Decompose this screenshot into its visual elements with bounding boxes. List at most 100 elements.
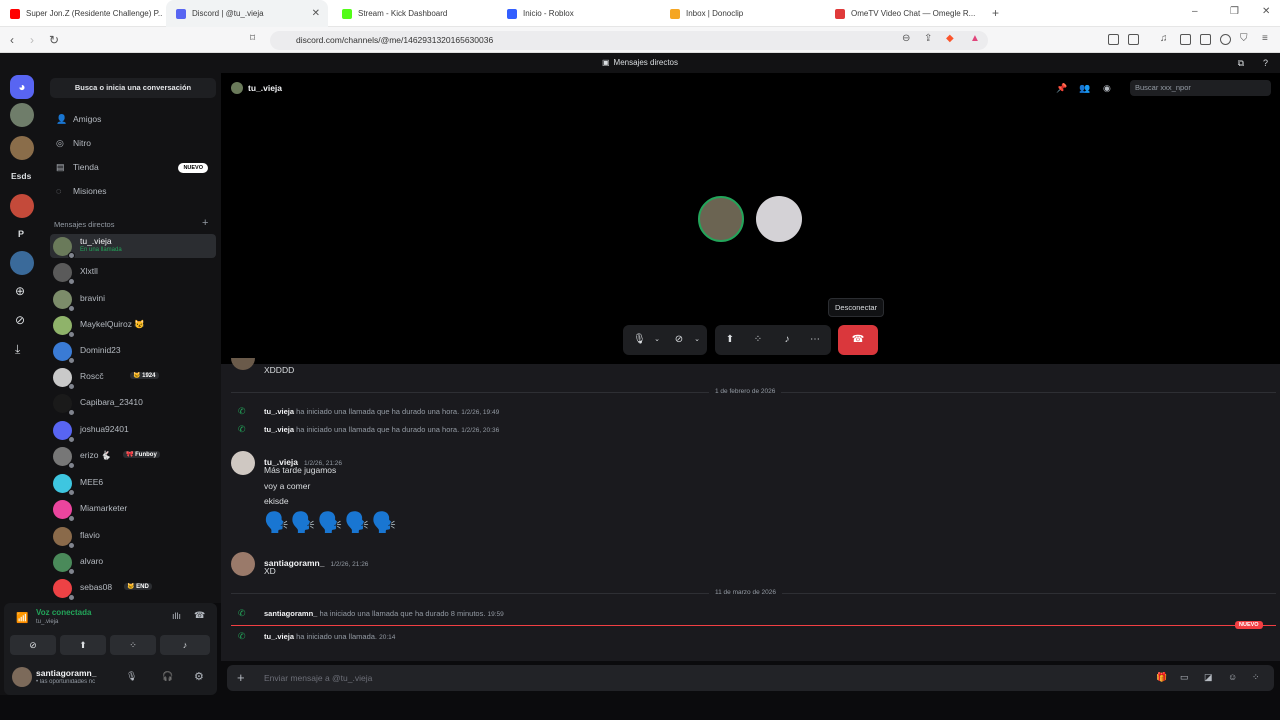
dm-item[interactable]: bravini <box>50 287 216 312</box>
minimize-button[interactable]: – <box>1192 6 1198 17</box>
server-icon[interactable] <box>10 136 34 160</box>
participant-avatar[interactable] <box>698 196 744 242</box>
brave-rewards-icon[interactable]: ▲ <box>970 33 980 44</box>
mic-icon[interactable]: 🎙 <box>633 334 646 346</box>
close-icon[interactable]: ✕ <box>312 8 320 19</box>
dm-item[interactable]: tu_.vieja En una llamada <box>50 234 216 259</box>
participant-avatar[interactable] <box>756 196 802 242</box>
more-icon[interactable]: ⋯ <box>809 334 821 346</box>
server-icon[interactable] <box>10 251 34 275</box>
camera-off-button[interactable]: ⊘ <box>10 635 56 655</box>
gift-icon[interactable]: 🎁 <box>1156 672 1167 683</box>
apps-icon[interactable]: ⁘ <box>1252 672 1260 683</box>
screen-share-button[interactable]: ⬆ <box>60 635 106 655</box>
dm-item[interactable]: MEE6 <box>50 471 216 496</box>
avatar <box>53 527 75 549</box>
dm-item[interactable]: erizo 🐇 🎀 Funboy <box>50 444 216 469</box>
wallet-icon[interactable] <box>1200 34 1211 45</box>
back-icon[interactable]: ‹ <box>10 33 14 47</box>
nav-quests[interactable]: ◌ Misiones <box>52 181 217 201</box>
settings-gear-icon[interactable]: ⚙ <box>194 670 204 683</box>
extensions-icon[interactable] <box>1108 34 1119 45</box>
server-icon[interactable] <box>10 194 34 218</box>
server-letter[interactable]: P <box>18 229 24 239</box>
browser-tab-active[interactable]: Discord | @tu_.vieja ✕ <box>166 0 328 27</box>
headset-icon[interactable]: 🎧 <box>162 671 173 682</box>
sidebar-icon[interactable] <box>1180 34 1191 45</box>
nav-nitro[interactable]: ◎ Nitro <box>52 133 217 153</box>
soundboard-icon[interactable]: ♪ <box>781 334 793 346</box>
dm-item[interactable]: sebas08 🐱 END <box>50 576 216 601</box>
server-icon[interactable] <box>10 103 34 127</box>
vpn-icon[interactable]: ⛉ <box>1240 33 1248 44</box>
dm-item[interactable]: Capibara_23410 <box>50 391 216 416</box>
avatar[interactable] <box>231 552 255 576</box>
message-text: XDDDD <box>264 365 295 375</box>
add-server-icon[interactable]: ⊕ <box>15 284 25 298</box>
chevron-down-icon[interactable]: ⌄ <box>691 334 703 346</box>
window-close-button[interactable]: ✕ <box>1262 6 1270 17</box>
music-icon[interactable]: ♫ <box>1160 33 1168 44</box>
emoji-icon[interactable]: ☺ <box>1228 672 1237 682</box>
call-log: tu_.vieja ha iniciado una llamada que ha… <box>264 425 500 434</box>
browser-tab[interactable]: Stream - Kick Dashboard <box>332 0 494 27</box>
noise-icon[interactable]: ıllı <box>172 611 181 621</box>
screen-share-icon[interactable]: ⬆ <box>724 334 736 346</box>
menu-icon[interactable]: ≡ <box>1262 33 1268 44</box>
activities-icon[interactable]: ⁘ <box>752 334 764 346</box>
discover-icon[interactable]: ⊘ <box>15 313 25 327</box>
avatar[interactable] <box>12 667 32 687</box>
help-icon[interactable]: ? <box>1263 53 1268 73</box>
reload-icon[interactable]: ↻ <box>49 33 59 47</box>
gif-icon[interactable]: ▭ <box>1180 672 1189 683</box>
activities-button[interactable]: ⁘ <box>110 635 156 655</box>
discord-title-bar: ▣ Mensajes directos ⧉ ? <box>0 53 1280 73</box>
url-field[interactable]: discord.com/channels/@me/146293132016563… <box>270 31 988 50</box>
profile-icon[interactable]: ◉ <box>1103 83 1111 94</box>
download-icon[interactable]: ⤓ <box>15 342 20 357</box>
nav-shop[interactable]: ▤ Tienda NUEVO <box>52 157 217 177</box>
avatar[interactable] <box>231 451 255 475</box>
server-label[interactable]: Esds <box>11 171 31 181</box>
dm-item[interactable]: Roscč 🐱 1924 <box>50 365 216 390</box>
chevron-down-icon[interactable]: ⌄ <box>651 334 663 346</box>
dm-item[interactable]: Miamarketer <box>50 497 216 522</box>
disconnect-icon[interactable]: ☎ <box>194 610 205 621</box>
dm-item[interactable]: alvaro <box>50 550 216 575</box>
screenshot-icon[interactable] <box>1128 34 1139 45</box>
add-dm-icon[interactable]: + <box>202 217 208 229</box>
dm-item[interactable]: flavio <box>50 524 216 549</box>
soundboard-button[interactable]: ♪ <box>160 635 210 655</box>
pin-icon[interactable]: 📌 <box>1056 83 1067 94</box>
leo-icon[interactable] <box>1220 34 1231 45</box>
dm-item[interactable]: Dominid23 <box>50 339 216 364</box>
screen-icon[interactable]: ⧉ <box>1238 53 1244 73</box>
call-title[interactable]: tu_.vieja <box>248 83 282 93</box>
browser-tab[interactable]: Inicio - Roblox <box>497 0 659 27</box>
dm-item[interactable]: MaykelQuiroz 😼 <box>50 313 216 338</box>
dm-item[interactable]: Xlxtll <box>50 260 216 285</box>
browser-tab[interactable]: Inbox | Donoclip <box>660 0 822 27</box>
mic-icon[interactable]: 🎙 <box>126 671 137 682</box>
bookmark-icon[interactable]: ⌑ <box>250 33 255 44</box>
brave-shield-icon[interactable]: ◆ <box>946 33 954 44</box>
attach-plus-icon[interactable]: + <box>237 670 245 685</box>
discord-home-icon[interactable]: ◕ <box>10 75 34 99</box>
camera-off-icon[interactable]: ⊘ <box>673 334 685 346</box>
browser-tab[interactable]: OmeTV Video Chat — Omegle R... <box>825 0 985 27</box>
call-search-input[interactable]: Buscar xxx_npor <box>1130 80 1271 96</box>
new-tab-button[interactable]: + <box>992 6 999 20</box>
sticker-icon[interactable]: ◪ <box>1204 672 1213 683</box>
message-input[interactable]: Enviar mensaje a @tu_.vieja <box>264 673 372 683</box>
disconnect-button[interactable]: ☎ <box>838 325 878 355</box>
maximize-button[interactable]: ❐ <box>1230 6 1239 17</box>
add-friend-icon[interactable]: 👥 <box>1079 83 1090 94</box>
forward-icon[interactable]: › <box>30 33 34 47</box>
voice-status[interactable]: Voz conectada <box>36 608 91 617</box>
dm-item[interactable]: joshua92401 <box>50 418 216 443</box>
dm-search-button[interactable]: Busca o inicia una conversación <box>50 78 216 98</box>
share-icon[interactable]: ⇪ <box>924 33 932 44</box>
nav-friends[interactable]: 👤 Amigos <box>52 109 217 129</box>
browser-tab[interactable]: Super Jon.Z (Residente Challenge) P... <box>0 0 162 27</box>
zoom-icon[interactable]: ⊖ <box>902 33 910 44</box>
